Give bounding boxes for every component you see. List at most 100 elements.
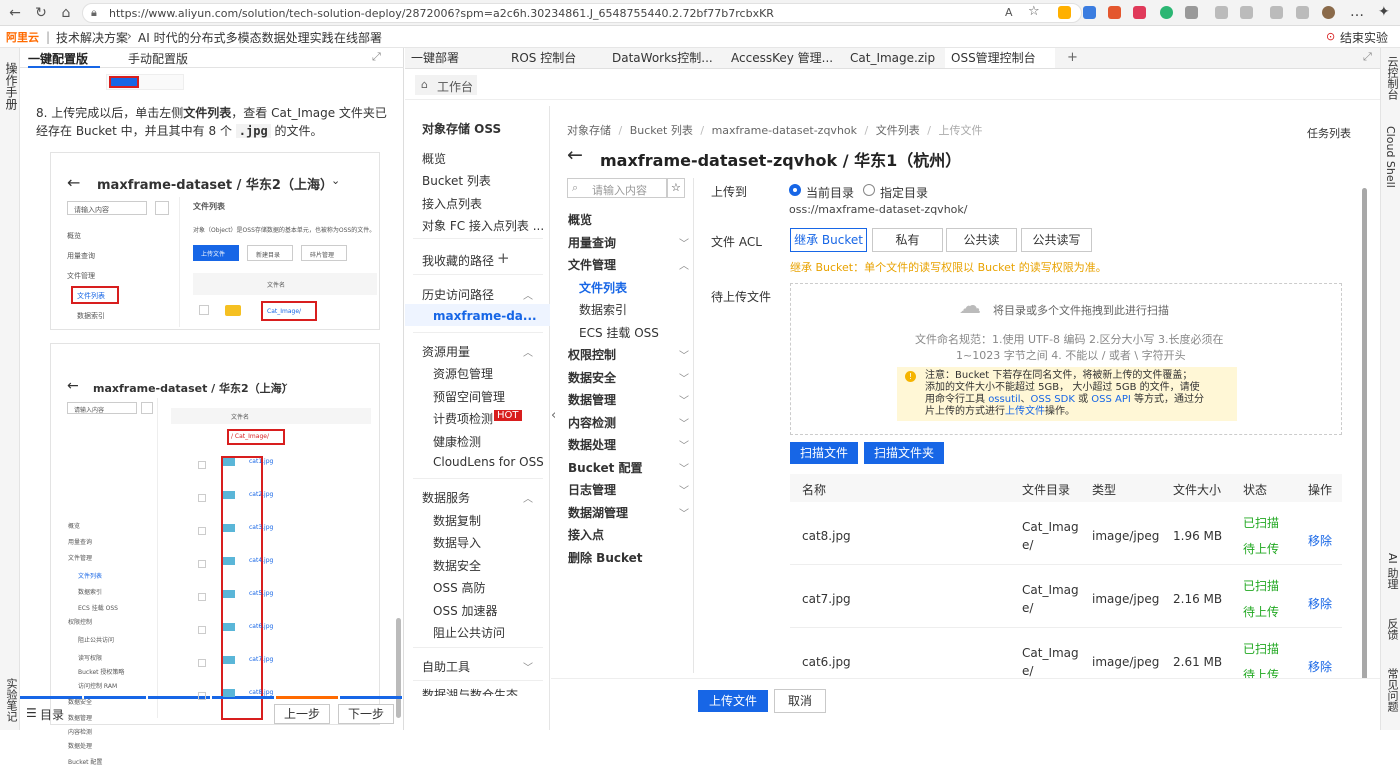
sidebar-item-data-import[interactable]: 数据导入 [433, 534, 481, 551]
subnav-item[interactable]: 删除 Bucket [568, 549, 643, 566]
sidebar-item-health-check[interactable]: 健康检测 [433, 433, 481, 450]
faq-tab[interactable]: 常见问题 [1384, 668, 1400, 712]
chevron-down-icon[interactable]: ﹀ [679, 482, 689, 497]
extension-icon[interactable] [1108, 6, 1121, 19]
subnav-item[interactable]: 日志管理 [568, 481, 616, 498]
task-list-button[interactable]: 任务列表 [1307, 125, 1351, 141]
chevron-up-icon[interactable]: ︿ [523, 287, 533, 302]
workbench-button[interactable]: ⌂ 工作台 [415, 75, 477, 95]
extension-icon[interactable] [1133, 6, 1146, 19]
chevron-down-icon[interactable]: ﹀ [523, 659, 533, 674]
collections-icon[interactable] [1240, 6, 1253, 19]
chevron-down-icon[interactable]: ⌄ [930, 148, 941, 163]
history-item[interactable]: maxframe-da... [433, 309, 537, 323]
acl-private-button[interactable]: 私有 [872, 228, 943, 252]
tab-dataworks[interactable]: DataWorks控制... [606, 48, 721, 68]
radio-current[interactable] [789, 184, 801, 196]
back-arrow-icon[interactable]: ← [567, 144, 583, 166]
cloud-shell-tab[interactable]: Cloud Shell [1384, 126, 1397, 188]
chevron-down-icon[interactable]: ﹀ [679, 235, 689, 250]
scan-file-button[interactable]: 扫描文件 [790, 442, 858, 464]
cancel-button[interactable]: 取消 [774, 689, 826, 713]
toc-link[interactable]: 目录 [40, 706, 64, 723]
sidebar-item-access-points[interactable]: 接入点列表 [422, 195, 482, 212]
subnav-item[interactable]: 数据安全 [568, 369, 616, 386]
oss-api-link[interactable]: OSS API [1091, 394, 1131, 405]
sidebar-item-resource-pack[interactable]: 资源包管理 [433, 365, 493, 382]
scrollbar-thumb[interactable] [1362, 188, 1367, 693]
chevron-down-icon[interactable]: ﹀ [679, 415, 689, 430]
extension-icon[interactable] [1160, 6, 1173, 19]
expand-icon[interactable]: ⤢ [372, 50, 381, 64]
sidebar-item-resource[interactable]: 资源用量 [422, 343, 470, 360]
chevron-up-icon[interactable]: ︿ [523, 490, 533, 505]
extension-icon[interactable] [1185, 6, 1198, 19]
upload-submit-button[interactable]: 上传文件 [698, 690, 768, 712]
tab-one-click-deploy[interactable]: 一键部署 [405, 48, 503, 68]
radio-specified-label[interactable]: 指定目录 [880, 184, 928, 201]
chevron-down-icon[interactable]: ﹀ [679, 460, 689, 475]
subnav-item[interactable]: 用量查询 [568, 234, 616, 251]
tab-ros[interactable]: ROS 控制台 [505, 48, 603, 68]
remove-link[interactable]: 移除 [1308, 595, 1332, 612]
refresh-icon[interactable]: ↻ [32, 4, 50, 22]
breadcrumb-item[interactable]: 技术解决方案 [56, 29, 128, 46]
radio-specified[interactable] [863, 184, 875, 196]
back-icon[interactable]: ← [6, 4, 24, 22]
next-step-button[interactable]: 下一步 [338, 704, 394, 724]
upload-file-link[interactable]: 上传文件 [1005, 406, 1045, 417]
subnav-item[interactable]: 数据湖管理 [568, 504, 628, 521]
drop-zone[interactable]: ☁ 将目录或多个文件拖拽到此进行扫描 文件命名规范：1.使用 UTF-8 编码 … [790, 283, 1342, 435]
favorites-icon[interactable] [1215, 6, 1228, 19]
chevron-down-icon[interactable]: ﹀ [679, 347, 689, 362]
notes-tab[interactable]: 实验笔记 [3, 678, 19, 722]
ossutil-link[interactable]: ossutil [988, 394, 1020, 405]
extension-icon[interactable] [1058, 6, 1071, 19]
subnav-item[interactable]: 概览 [568, 211, 592, 228]
collapse-sidebar-icon[interactable]: ‹ [551, 408, 556, 423]
subnav-item[interactable]: 内容检测 [568, 414, 616, 431]
end-lab-button[interactable]: 结束实验 [1340, 29, 1388, 46]
tab-manual[interactable]: 手动配置版 [128, 50, 188, 68]
sidebar-item-oss-accelerator[interactable]: OSS 加速器 [433, 602, 498, 619]
sidebar-item-history[interactable]: 历史访问路径 [422, 286, 494, 303]
oss-sdk-link[interactable]: OSS SDK [1031, 394, 1075, 405]
remove-link[interactable]: 移除 [1308, 532, 1332, 549]
subnav-item[interactable]: 数据管理 [568, 391, 616, 408]
scan-folder-button[interactable]: 扫描文件夹 [864, 442, 944, 464]
subnav-item[interactable]: Bucket 配置 [568, 459, 643, 476]
remove-link[interactable]: 移除 [1308, 658, 1332, 675]
sidebar-item-fc-access-points[interactable]: 对象 FC 接入点列表 ... [422, 217, 544, 234]
more-icon[interactable]: … [1350, 4, 1364, 20]
add-tab-button[interactable]: + [1067, 50, 1078, 65]
address-bar[interactable]: 🔒︎ https://www.aliyun.com/solution/tech-… [82, 3, 1082, 23]
chevron-down-icon[interactable]: ﹀ [679, 505, 689, 520]
browser-essentials-icon[interactable] [1296, 6, 1309, 19]
tab-accesskey[interactable]: AccessKey 管理... [725, 48, 840, 68]
sidebar-item-bucket-list[interactable]: Bucket 列表 [422, 172, 491, 189]
extension-icon[interactable] [1083, 6, 1096, 19]
sidebar-item-oss-ddos[interactable]: OSS 高防 [433, 579, 486, 596]
tab-cat-image-zip[interactable]: Cat_Image.zip [844, 48, 942, 68]
chevron-down-icon[interactable]: ﹀ [679, 370, 689, 385]
breadcrumb-item[interactable]: AI 时代的分布式多模态数据处理实践 [138, 29, 334, 46]
manual-tab[interactable]: 操作手册 [3, 62, 20, 110]
chevron-up-icon[interactable]: ︿ [679, 257, 689, 272]
prev-step-button[interactable]: 上一步 [274, 704, 330, 724]
subnav-item[interactable]: 接入点 [568, 526, 604, 543]
sidebar-item-overview[interactable]: 概览 [422, 150, 446, 167]
chevron-down-icon[interactable]: ﹀ [679, 392, 689, 407]
avatar[interactable] [1322, 6, 1335, 19]
copilot-icon[interactable]: ✦ [1378, 4, 1390, 20]
download-icon[interactable] [1270, 6, 1283, 19]
subnav-item[interactable]: 文件管理 [568, 256, 616, 273]
sidebar-item-billing-check[interactable]: 计费项检测 [433, 410, 493, 427]
subnav-item[interactable]: 数据处理 [568, 436, 616, 453]
feedback-tab[interactable]: 反馈 [1384, 618, 1400, 640]
sidebar-item-data-lake[interactable]: 数据湖与数仓生态 [405, 686, 549, 696]
aliyun-logo[interactable]: 阿里云 [6, 29, 39, 45]
subnav-item[interactable]: ECS 挂载 OSS [579, 324, 659, 341]
favorite-star-icon[interactable]: ☆ [1028, 4, 1040, 19]
sidebar-item-reserved-space[interactable]: 预留空间管理 [433, 388, 505, 405]
scrollbar-thumb[interactable] [396, 618, 401, 718]
